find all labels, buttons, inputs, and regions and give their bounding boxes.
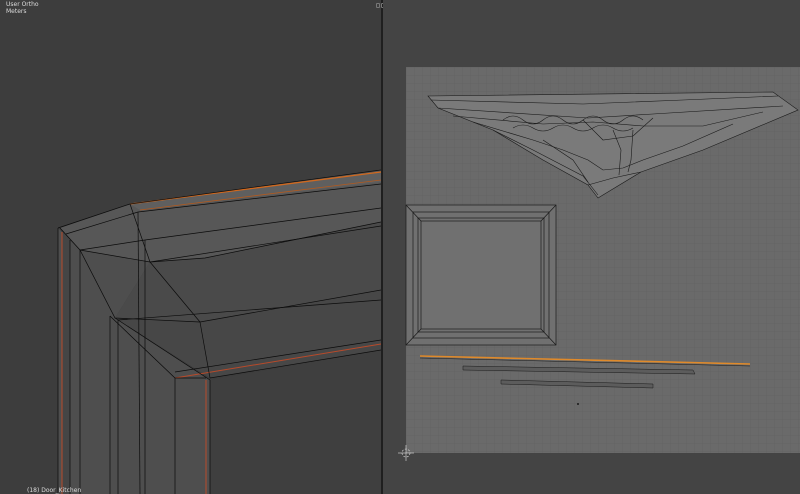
- jamb-edge: [62, 232, 70, 494]
- uv-editor[interactable]: [383, 0, 800, 494]
- uv-vertex: [577, 403, 579, 405]
- 3d-viewport[interactable]: User Ortho Meters (18) Door_Kitchen: [0, 0, 381, 494]
- units-label: Meters: [6, 8, 27, 15]
- object-label: (18) Door_Kitchen: [27, 487, 82, 494]
- view-label: User Ortho: [6, 1, 39, 8]
- uv-canvas: [383, 0, 800, 494]
- viewport-mesh-canvas: [0, 0, 381, 494]
- uv-island-square: [405, 204, 557, 346]
